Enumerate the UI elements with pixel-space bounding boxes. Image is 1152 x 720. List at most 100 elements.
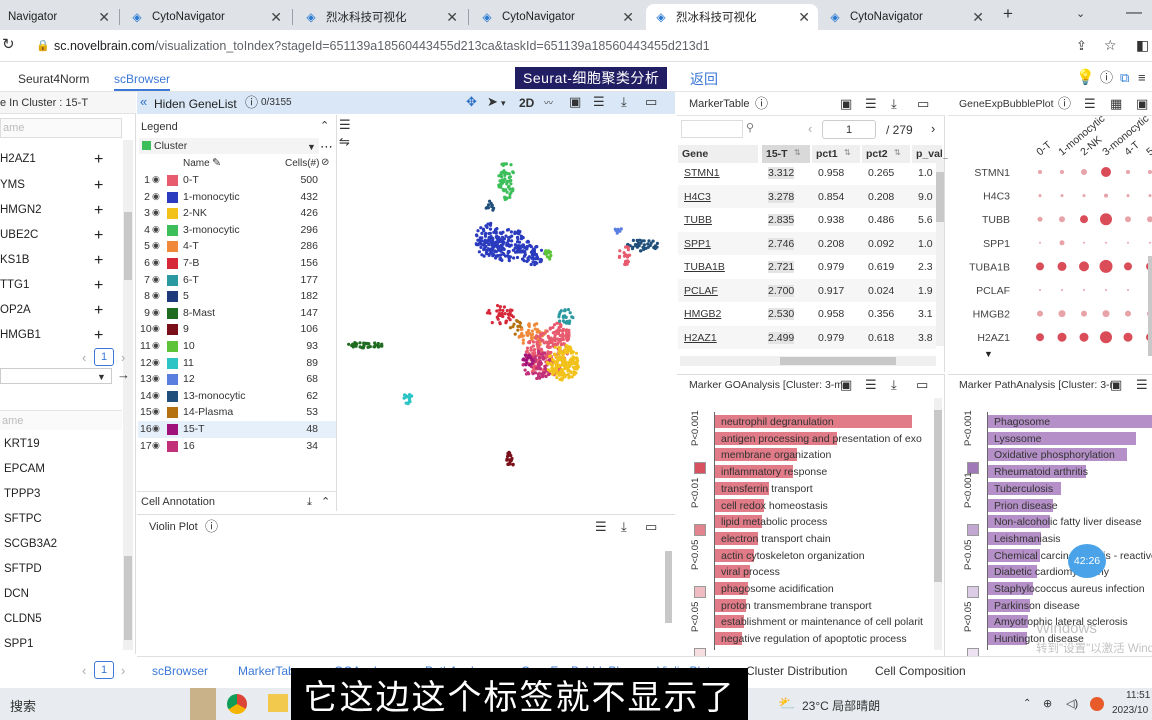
table-row[interactable]: TUBA1B 2.721 0.979 0.619 2.3 — [678, 255, 936, 279]
settings-icon[interactable]: ☰ — [1084, 97, 1096, 111]
close-icon[interactable]: ✕ — [446, 9, 458, 26]
settings-icon[interactable]: ☰ — [865, 97, 877, 111]
help-icon[interactable]: ⓘ — [1100, 71, 1113, 85]
gene-link[interactable]: HMGB2 — [684, 308, 721, 320]
tab-markertable[interactable]: MarkerTab — [238, 664, 295, 678]
prev-page-icon[interactable]: ‹ — [82, 351, 86, 365]
gene-link[interactable]: H2AZ1 — [684, 332, 717, 344]
legend-row[interactable]: 9 ◉ 8-Mast 147 — [138, 305, 336, 322]
tab-scbrowser[interactable]: scBrowser — [114, 72, 171, 91]
legend-row[interactable]: 4 ◉ 3-monocytic 296 — [138, 222, 336, 239]
eye-icon[interactable]: ◉ — [152, 440, 160, 451]
more-icon[interactable]: ⋯ — [320, 140, 333, 154]
add-icon[interactable]: + — [94, 278, 103, 294]
color-swatch[interactable] — [167, 390, 178, 402]
timer-badge[interactable]: 42:26 — [1068, 544, 1106, 578]
taskbar-search[interactable]: 搜索 — [10, 696, 36, 715]
star-icon[interactable]: ☆ — [1104, 38, 1117, 52]
settings-icon[interactable]: ☰ — [593, 95, 605, 109]
marker-gene-item[interactable]: CLDN5 — [4, 613, 42, 625]
legend-row[interactable]: 10 ◉ 9 106 — [138, 321, 336, 338]
marker-gene-item[interactable]: EPCAM — [4, 463, 45, 475]
reload-icon[interactable]: ↻ — [2, 37, 15, 52]
search-icon[interactable]: ⚲ — [746, 121, 754, 135]
legend-row[interactable]: 6 ◉ 7-B 156 — [138, 255, 336, 272]
close-icon[interactable]: ✕ — [270, 9, 282, 26]
sort-icon[interactable]: ⇅ — [844, 146, 851, 160]
hide-genelist-button[interactable]: Hiden GeneList — [154, 97, 237, 111]
color-swatch[interactable] — [167, 274, 178, 286]
next-page-icon[interactable]: › — [121, 664, 125, 678]
table-row[interactable]: STMN1 3.312 0.958 0.265 1.0 — [678, 161, 936, 185]
close-icon[interactable]: ✕ — [98, 9, 110, 26]
list-icon[interactable]: ☰ — [339, 118, 351, 132]
legend-row[interactable]: 14 ◉ 13-monocytic 62 — [138, 388, 336, 405]
back-link[interactable]: 返回 — [690, 69, 718, 89]
scrollbar-thumb[interactable] — [124, 556, 132, 640]
gene-link[interactable]: PCLAF — [684, 285, 718, 297]
marker-gene-item[interactable]: TPPP3 — [4, 488, 40, 500]
maximize-icon[interactable]: ▭ — [917, 97, 929, 111]
table-search-input[interactable] — [681, 120, 743, 138]
browser-tab-active[interactable]: ◈ 烈冰科技可视化 ✕ — [646, 4, 818, 30]
chevron-down-icon[interactable]: ⌄ — [1076, 7, 1085, 21]
collapse-left-icon[interactable]: « — [140, 95, 147, 109]
eye-icon[interactable]: ◉ — [152, 174, 160, 185]
browser-tab[interactable]: Navigator ✕ — [0, 4, 118, 30]
table-row[interactable]: HMGB2 2.530 0.958 0.356 3.1 — [678, 302, 936, 326]
color-swatch[interactable] — [167, 258, 178, 269]
color-swatch[interactable] — [167, 357, 178, 369]
download-icon[interactable]: ⤓ — [891, 378, 897, 392]
eye-icon[interactable]: ◉ — [152, 307, 160, 318]
eye-icon[interactable]: ◉ — [152, 274, 160, 285]
bubble-down-arrow[interactable]: ▼ — [984, 349, 993, 359]
color-swatch[interactable] — [167, 224, 178, 236]
eye-icon[interactable]: ◉ — [152, 323, 160, 334]
legend-row[interactable]: 7 ◉ 6-T 177 — [138, 272, 336, 289]
gene-link[interactable]: TUBA1B — [684, 261, 725, 273]
eye-icon[interactable]: ◉ — [152, 390, 160, 401]
add-icon[interactable]: + — [94, 328, 103, 344]
prev-page-icon[interactable]: ‹ — [82, 664, 86, 678]
help-icon[interactable]: ⓘ — [755, 97, 768, 111]
close-icon[interactable]: ✕ — [972, 9, 984, 26]
browser-tab[interactable]: ◈ CytoNavigator ✕ — [472, 4, 642, 30]
maximize-icon[interactable]: ▭ — [645, 95, 657, 109]
view-mode-toggle[interactable]: 2D — [519, 96, 534, 110]
eye-icon[interactable]: ◉ — [152, 423, 160, 434]
color-swatch[interactable] — [167, 424, 178, 435]
eye-icon[interactable]: ◉ — [152, 357, 160, 368]
legend-row[interactable]: 11 ◉ 10 93 — [138, 338, 336, 355]
gene-item[interactable]: OP2A — [0, 304, 31, 316]
minimize-icon[interactable]: — — [1126, 5, 1142, 21]
page-number[interactable]: 1 — [94, 348, 114, 366]
move-icon[interactable]: ✥ — [466, 95, 477, 109]
color-swatch[interactable] — [167, 175, 178, 186]
legend-row[interactable]: 8 ◉ 5 182 — [138, 288, 336, 305]
download-icon[interactable]: ⤓ — [621, 520, 627, 534]
browser-tab[interactable]: ◈ CytoNavigator ✕ — [122, 4, 290, 30]
taskbar-app-icon[interactable] — [190, 688, 216, 720]
screenshot-icon[interactable]: ▣ — [1136, 97, 1148, 111]
maximize-icon[interactable]: ▭ — [916, 378, 928, 392]
download-icon[interactable]: ⤓ — [621, 95, 627, 109]
scrollbar-thumb[interactable] — [936, 172, 944, 222]
folder-icon[interactable] — [268, 694, 288, 712]
prev-page-icon[interactable]: ‹ — [808, 122, 812, 136]
tab-cluster-distribution[interactable]: Cluster Distribution — [746, 664, 847, 678]
chrome-icon[interactable] — [227, 694, 247, 714]
sort-icon[interactable]: ⇅ — [894, 146, 901, 160]
gene-link[interactable]: TUBB — [684, 214, 712, 226]
eye-icon[interactable]: ◉ — [152, 224, 160, 235]
eye-icon[interactable]: ◉ — [152, 340, 160, 351]
settings-icon[interactable]: ☰ — [1136, 378, 1148, 392]
legend-row[interactable]: 3 ◉ 2-NK 426 — [138, 205, 336, 222]
page-number[interactable]: 1 — [94, 661, 114, 679]
speaker-icon[interactable]: ◁) — [1066, 697, 1078, 711]
gene-item[interactable]: H2AZ1 — [0, 153, 36, 165]
gene-item[interactable]: HMGN2 — [0, 204, 42, 216]
legend-row[interactable]: 15 ◉ 14-Plasma 53 — [138, 404, 336, 421]
eye-icon[interactable]: ◉ — [152, 240, 160, 251]
grid-icon[interactable]: ▦ — [1110, 97, 1122, 111]
eye-icon[interactable]: ◉ — [152, 207, 160, 218]
